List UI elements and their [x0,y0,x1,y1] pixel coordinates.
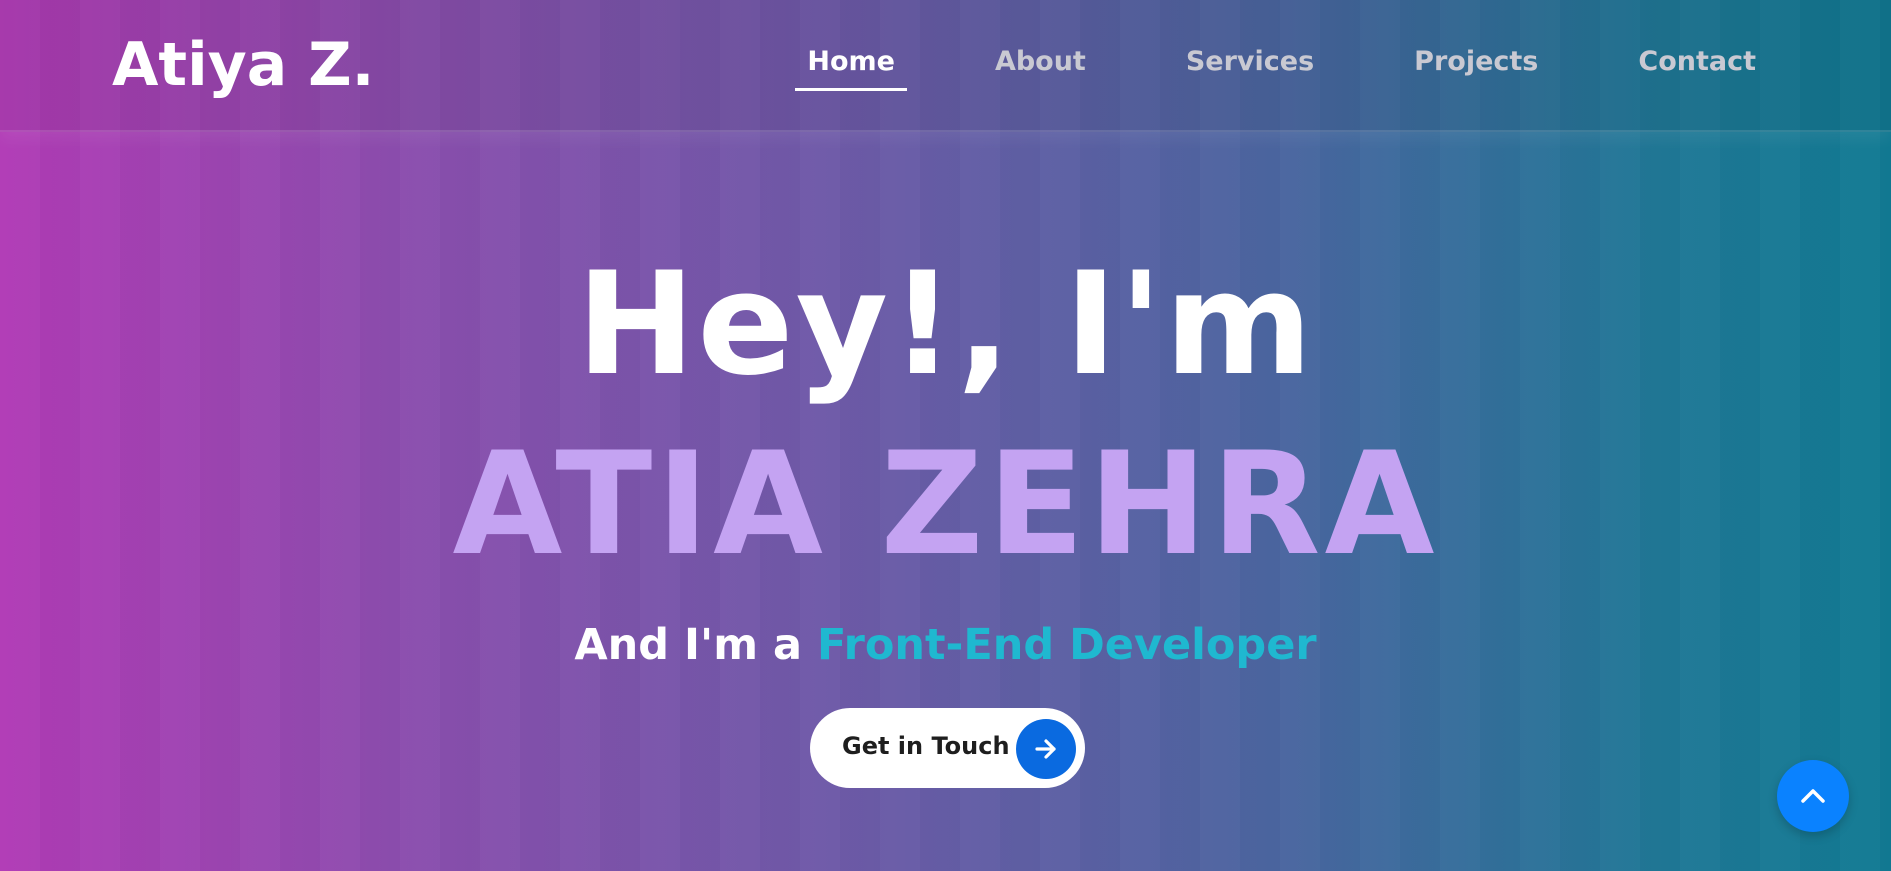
subtitle-role: Front-End Developer [816,620,1317,670]
site-logo[interactable]: Atiya Z. [112,30,374,100]
arrow-right-icon [1016,719,1076,779]
hero-section: Hey!, I'm ATIA ZEHRA And I'm a Front-End… [0,242,1891,671]
nav-link-home[interactable]: Home [795,46,907,91]
main-nav: Home About Services Projects Contact [707,46,1756,91]
get-in-touch-button[interactable]: Get in Touch [810,708,1085,788]
nav-link-about[interactable]: About [995,46,1086,77]
hero-subtitle: And I'm a Front-End Developer [0,620,1891,670]
subtitle-prefix: And I'm a [574,620,817,670]
nav-link-contact[interactable]: Contact [1638,46,1756,77]
scroll-to-top-button[interactable] [1777,760,1849,832]
page: Atiya Z. Home About Services Projects Co… [0,0,1891,871]
nav-link-services[interactable]: Services [1186,46,1314,77]
get-in-touch-label: Get in Touch [842,732,1010,760]
hero-name: ATIA ZEHRA [452,422,1439,587]
navbar: Atiya Z. Home About Services Projects Co… [0,0,1891,132]
nav-link-projects[interactable]: Projects [1414,46,1538,77]
hero-greeting: Hey!, I'm [576,242,1315,407]
